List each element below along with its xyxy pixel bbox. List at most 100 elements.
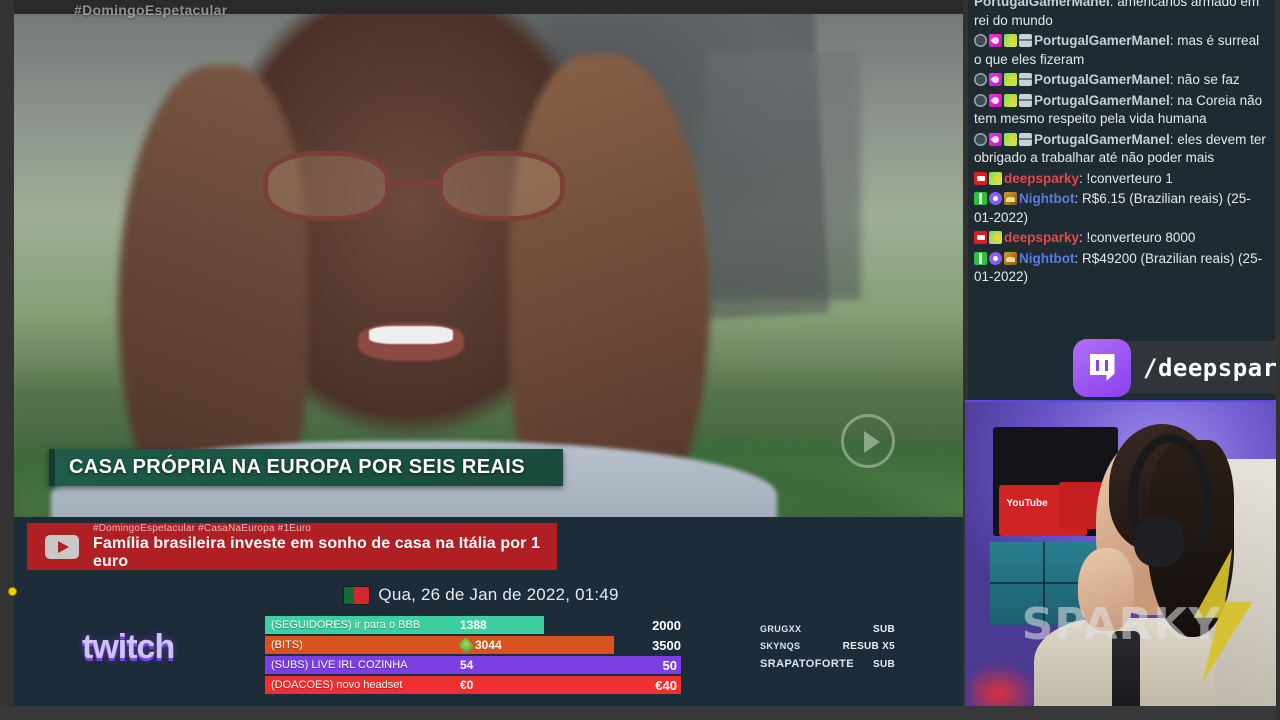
goal-bar-target: 50 — [662, 657, 677, 673]
chat-message: PortugalGamerManel: eles devem ter obrig… — [974, 131, 1269, 168]
glasses-lens-left — [263, 150, 390, 221]
bits-icon — [457, 636, 475, 654]
gem-badge-icon — [989, 73, 1002, 86]
gold-badge-icon — [1004, 251, 1017, 265]
twitch-logo-text: twitch — [82, 628, 175, 666]
verif-badge-icon — [989, 192, 1002, 205]
chat-username[interactable]: Nightbot — [1019, 251, 1074, 266]
subject-face — [263, 54, 553, 452]
glasses-lens-right — [438, 150, 565, 221]
sub-alert-user: SRAPATOFORTE — [760, 658, 855, 670]
bolt-badge-icon — [989, 170, 1003, 188]
goal-bar-target: €40 — [655, 677, 677, 693]
goal-bar-target: 3500 — [652, 637, 681, 653]
glasses-bridge — [389, 180, 439, 186]
chat-message: Nightbot: R$49200 (Brazilian reais) (25-… — [974, 250, 1269, 287]
goal-bar-current: €0 — [460, 678, 474, 692]
cam-badge-icon — [974, 171, 987, 185]
bolt-badge-icon — [989, 229, 1003, 248]
chat-message: deepsparky: !converteuro 8000 — [974, 229, 1269, 248]
goal-bar-row: (SEGUIDORES) ir para o BBB 1388 2000 — [265, 616, 681, 634]
gem-badge-icon — [989, 34, 1002, 47]
chat-username[interactable]: deepsparky — [1004, 171, 1079, 186]
chat-username[interactable]: PortugalGamerManel — [1034, 72, 1170, 87]
stream-scene: #DomingoEspetacular CASA PRÓPRIA NA EURO… — [0, 0, 976, 720]
stream-overlay-screen: #DomingoEspetacular CASA PRÓPRIA NA EURO… — [0, 0, 1280, 720]
gem-badge-icon — [989, 132, 1002, 146]
chat-text: : R$49200 (Brazilian reais) (25-01-2022) — [974, 250, 1263, 285]
goal-bar-row: (DOACOES) novo headset €0 €40 — [265, 676, 681, 694]
twitch-logo: twitch — [82, 630, 200, 670]
portugal-flag-icon — [8, 586, 370, 604]
bolt-badge-icon — [1004, 32, 1018, 51]
datetime-row: Qua, 26 de Jan de 2022, 01:49 — [0, 585, 963, 605]
youtube-banner-text: #DomingoEspetacular #CasaNaEuropa #1Euro… — [79, 523, 557, 571]
chat-text: : !converteuro 1 — [1079, 170, 1173, 186]
subject-teeth — [369, 325, 454, 344]
goal-bar-row: (SUBS) LIVE IRL COZINHA 54 50 — [265, 656, 681, 674]
chat-message: PortugalGamerManel: americanos armado em… — [974, 0, 1269, 30]
chat-username[interactable]: Nightbot — [1019, 191, 1074, 206]
goal-bar-label: (SUBS) LIVE IRL COZINHA — [271, 659, 408, 671]
twitch-glitch-icon — [1073, 338, 1131, 397]
chat-text: : não se faz — [1169, 72, 1240, 87]
sword-badge-icon — [974, 192, 987, 205]
clock-badge-icon — [974, 132, 987, 146]
subject-glasses — [263, 150, 565, 221]
gold-badge-icon — [1004, 192, 1017, 205]
gift-badge-icon — [1019, 73, 1032, 86]
youtube-banner-title: Família brasileira investe em sonho de c… — [93, 534, 540, 570]
video-lower-third: CASA PRÓPRIA NA EUROPA POR SEIS REAIS — [49, 449, 563, 486]
play-button-icon[interactable] — [841, 413, 896, 468]
sub-alert-row: SRAPATOFORTE SUB — [760, 658, 895, 670]
clock-badge-icon — [974, 34, 987, 47]
chat-username[interactable]: PortugalGamerManel — [1034, 33, 1170, 48]
chat-message: Nightbot: R$6.15 (Brazilian reais) (25-0… — [974, 190, 1269, 227]
sub-alert-user: SKYNQS — [760, 641, 801, 651]
chat-message: PortugalGamerManel: na Coreia não tem me… — [974, 92, 1269, 129]
video-hashtag-overlay: #DomingoEspetacular — [74, 2, 228, 18]
sub-alert-row: SKYNQS RESUB X5 — [760, 641, 895, 652]
bolt-badge-icon — [1004, 71, 1018, 90]
video-subject — [51, 0, 777, 517]
headphone-cup — [1134, 516, 1185, 568]
goal-bar-fill — [265, 636, 615, 654]
youtube-banner: #DomingoEspetacular #CasaNaEuropa #1Euro… — [27, 523, 557, 570]
chat-username[interactable]: PortugalGamerManel — [1034, 93, 1170, 108]
gift-badge-icon — [1019, 93, 1032, 107]
goal-bar-row: (BITS) 3044 3500 — [265, 636, 681, 654]
goal-bar-label: (BITS) — [271, 639, 303, 651]
video-player[interactable]: #DomingoEspetacular — [14, 0, 976, 517]
youtube-play-icon — [45, 534, 79, 559]
chat-message: deepsparky: !converteuro 1 — [974, 170, 1269, 188]
gift-badge-icon — [1019, 132, 1032, 146]
cam-badge-icon — [974, 231, 987, 244]
sub-alert-row: GRUGXX SUB — [760, 624, 895, 635]
sub-alert-type: SUB — [872, 624, 895, 635]
goal-bar-label: (DOACOES) novo headset — [271, 679, 403, 691]
webcam-feed[interactable]: SPARKY — [965, 400, 1278, 720]
sub-alert-user: GRUGXX — [760, 624, 802, 634]
bottom-border — [0, 706, 1280, 720]
goal-bar-target: 2000 — [652, 617, 681, 633]
chat-message: PortugalGamerManel: mas é surreal o que … — [974, 32, 1269, 69]
sub-alert-type: RESUB X5 — [842, 641, 895, 652]
right-border — [1276, 0, 1280, 720]
twitch-handle-overlay: /deepsparky — [1073, 338, 1280, 397]
goal-bar-current: 54 — [460, 658, 474, 672]
gem-badge-icon — [989, 93, 1002, 107]
lower-third-text: CASA PRÓPRIA NA EUROPA POR SEIS REAIS — [69, 456, 525, 478]
bolt-badge-icon — [1004, 131, 1018, 149]
gift-badge-icon — [1019, 34, 1032, 47]
clock-badge-icon — [974, 73, 987, 86]
chat-message: PortugalGamerManel: não se faz — [974, 71, 1269, 90]
chat-text: : !converteuro 8000 — [1079, 230, 1196, 245]
clock-badge-icon — [974, 93, 987, 107]
goal-bar-current: 1388 — [460, 618, 487, 632]
sub-alerts-list: GRUGXX SUB SKYNQS RESUB X5 SRAPATOFORTE SUB — [760, 624, 895, 676]
chat-username[interactable]: PortugalGamerManel — [1034, 132, 1170, 147]
chat-username[interactable]: deepsparky — [1004, 230, 1079, 245]
video-building-far — [706, 51, 861, 300]
goal-bar-label: (SEGUIDORES) ir para o BBB — [271, 619, 421, 631]
chat-username[interactable]: PortugalGamerManel — [974, 0, 1110, 9]
